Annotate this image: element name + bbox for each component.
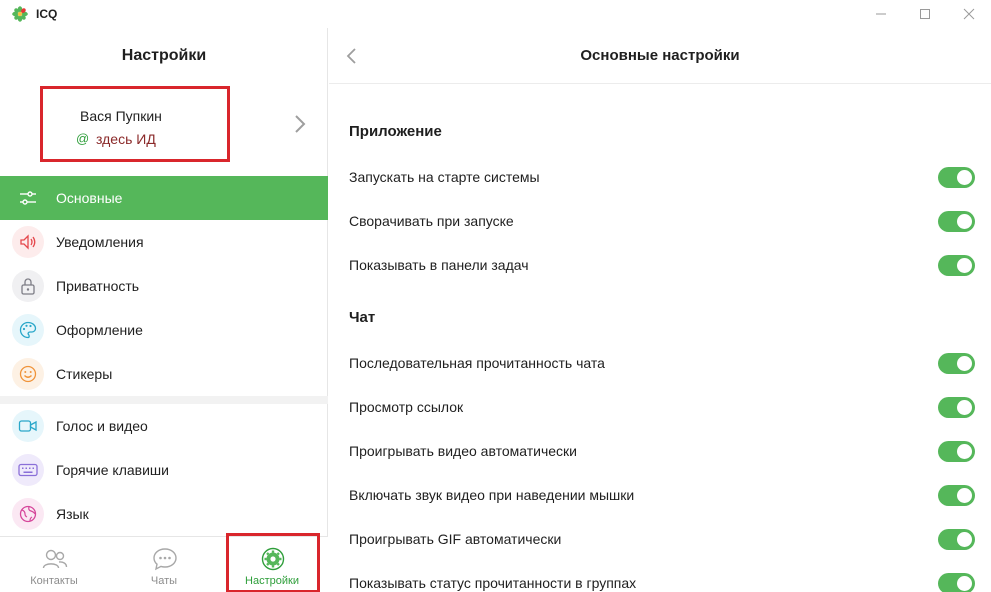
profile-card[interactable]: Вася Пупкин @ здесь ИД	[0, 84, 328, 172]
chat-bubble-icon	[153, 548, 177, 571]
speaker-icon	[12, 226, 44, 258]
toggle-switch[interactable]	[938, 167, 975, 188]
toggle-knob	[957, 532, 972, 547]
profile-name: Вася Пупкин	[80, 108, 162, 124]
palette-icon	[12, 314, 44, 346]
setting-label: Просмотр ссылок	[349, 399, 464, 415]
menu-item-voice-video[interactable]: Голос и видео	[0, 404, 328, 448]
maximize-button[interactable]	[902, 0, 948, 28]
nav-settings-label: Настройки	[245, 575, 299, 587]
nav-chats-label: Чаты	[150, 575, 178, 587]
maximize-icon	[920, 9, 930, 19]
bottom-navigation: Контакты Чаты Настройки	[0, 533, 328, 592]
menu-item-hotkeys[interactable]: Горячие клавиши	[0, 448, 328, 492]
video-camera-icon	[12, 410, 44, 442]
toggle-switch[interactable]	[938, 353, 975, 374]
profile-id-prefix: @	[76, 131, 90, 146]
chevron-right-icon	[295, 115, 306, 133]
nav-contacts-label: Контакты	[30, 575, 78, 587]
icq-flower-icon	[12, 6, 28, 22]
setting-row[interactable]: Проигрывать GIF автоматически	[329, 517, 991, 561]
toggle-switch[interactable]	[938, 573, 975, 592]
setting-row[interactable]: Показывать статус прочитанности в группа…	[329, 561, 991, 592]
close-button[interactable]	[946, 0, 991, 28]
menu-divider	[0, 396, 328, 404]
gear-icon	[261, 547, 285, 571]
toggle-knob	[957, 576, 972, 591]
toggle-knob	[957, 444, 972, 459]
contacts-icon	[42, 549, 68, 569]
menu-item-label: Стикеры	[56, 366, 113, 382]
nav-chats[interactable]: Чаты	[114, 537, 214, 592]
nav-contacts[interactable]: Контакты	[4, 537, 104, 592]
menu-item-privacy[interactable]: Приватность	[0, 264, 328, 308]
setting-label: Проигрывать видео автоматически	[349, 443, 577, 459]
toggle-switch[interactable]	[938, 211, 975, 232]
app-title: ICQ	[36, 7, 58, 21]
menu-item-general[interactable]: Основные	[0, 176, 328, 220]
setting-label: Включать звук видео при наведении мышки	[349, 487, 635, 503]
globe-icon	[12, 498, 44, 530]
close-icon	[963, 8, 975, 20]
settings-menu: Основные Уведомления Приватность Оформле…	[0, 176, 328, 536]
setting-label: Запускать на старте системы	[349, 169, 540, 185]
menu-item-label: Горячие клавиши	[56, 462, 169, 478]
menu-item-label: Приватность	[56, 278, 140, 294]
profile-highlight-box	[40, 86, 230, 162]
menu-item-notifications[interactable]: Уведомления	[0, 220, 328, 264]
menu-item-label: Оформление	[56, 322, 143, 338]
menu-item-label: Основные	[56, 190, 123, 206]
settings-content: Основные настройки Приложение Запускать …	[329, 28, 991, 592]
settings-sidebar: Настройки Вася Пупкин @ здесь ИД Основны…	[0, 28, 328, 592]
toggle-knob	[957, 356, 972, 371]
menu-item-label: Уведомления	[56, 234, 144, 250]
menu-item-language[interactable]: Язык	[0, 492, 328, 536]
setting-label: Сворачивать при запуске	[349, 213, 514, 229]
setting-row[interactable]: Просмотр ссылок	[329, 385, 991, 429]
toggle-knob	[957, 214, 972, 229]
menu-item-label: Язык	[56, 506, 89, 522]
title-bar: ICQ	[0, 0, 991, 28]
toggle-switch[interactable]	[938, 255, 975, 276]
toggle-knob	[957, 488, 972, 503]
profile-id: здесь ИД	[96, 131, 156, 147]
toggle-knob	[957, 170, 972, 185]
setting-row[interactable]: Проигрывать видео автоматически	[329, 429, 991, 473]
toggle-switch[interactable]	[938, 485, 975, 506]
menu-item-label: Голос и видео	[56, 418, 148, 434]
setting-label: Последовательная прочитанность чата	[349, 355, 605, 371]
setting-row[interactable]: Сворачивать при запуске	[329, 199, 991, 243]
setting-row[interactable]: Показывать в панели задач	[329, 243, 991, 287]
setting-row[interactable]: Последовательная прочитанность чата	[329, 341, 991, 385]
content-title: Основные настройки	[580, 47, 740, 64]
smile-icon	[12, 358, 44, 390]
setting-row[interactable]: Запускать на старте системы	[329, 155, 991, 199]
menu-item-stickers[interactable]: Стикеры	[0, 352, 328, 396]
sliders-icon	[12, 182, 44, 214]
content-header: Основные настройки	[329, 28, 991, 84]
nav-settings[interactable]: Настройки	[222, 537, 322, 592]
keyboard-icon	[12, 454, 44, 486]
minimize-icon	[876, 13, 886, 15]
toggle-switch[interactable]	[938, 441, 975, 462]
section-title-app: Приложение	[349, 123, 442, 140]
setting-label: Проигрывать GIF автоматически	[349, 531, 562, 547]
menu-item-appearance[interactable]: Оформление	[0, 308, 328, 352]
section-title-chat: Чат	[349, 309, 376, 326]
toggle-switch[interactable]	[938, 397, 975, 418]
lock-icon	[12, 270, 44, 302]
setting-label: Показывать статус прочитанности в группа…	[349, 575, 637, 591]
toggle-knob	[957, 400, 972, 415]
toggle-knob	[957, 258, 972, 273]
minimize-button[interactable]	[858, 0, 904, 28]
setting-row[interactable]: Включать звук видео при наведении мышки	[329, 473, 991, 517]
setting-label: Показывать в панели задач	[349, 257, 529, 273]
toggle-switch[interactable]	[938, 529, 975, 550]
sidebar-title: Настройки	[121, 47, 207, 64]
